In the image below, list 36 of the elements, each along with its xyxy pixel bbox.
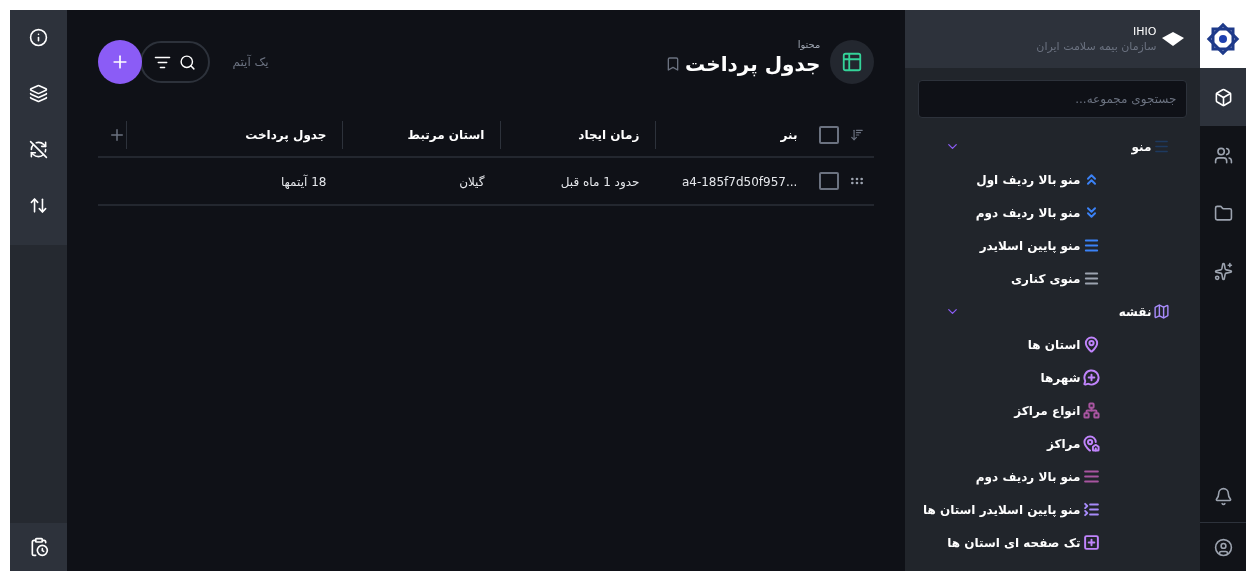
column-header[interactable]: بنر bbox=[780, 126, 798, 144]
tree-group[interactable]: نقشه bbox=[1118, 302, 1152, 321]
tree-item[interactable]: منوی کناری bbox=[1011, 269, 1081, 288]
add-button[interactable] bbox=[98, 40, 143, 84]
tree-item[interactable]: منو بالا ردیف اول bbox=[976, 170, 1081, 189]
search-field[interactable]: جستجوی مجموعه... bbox=[918, 80, 1188, 118]
user-circle-icon[interactable] bbox=[1213, 537, 1233, 557]
cube-icon[interactable] bbox=[1200, 68, 1246, 126]
tree-group[interactable]: منو bbox=[1131, 137, 1152, 156]
tree-item[interactable]: منو بالا ردیف دوم bbox=[975, 203, 1081, 222]
page-title: جدول پرداخت bbox=[685, 51, 821, 77]
table-icon bbox=[830, 40, 875, 84]
item-count: یک آیتم bbox=[232, 53, 269, 71]
tree-item[interactable]: منو پایین اسلایدر bbox=[979, 236, 1081, 255]
tree-item[interactable]: مراکز bbox=[1047, 434, 1081, 453]
table-cell: گیلان bbox=[459, 175, 485, 189]
column-header[interactable]: جدول پرداخت bbox=[245, 126, 327, 144]
tree-item[interactable]: استان ها bbox=[1027, 335, 1081, 354]
column-header[interactable]: استان مرتبط bbox=[407, 126, 485, 144]
search-icon[interactable] bbox=[179, 53, 197, 71]
breadcrumb: محتوا bbox=[796, 39, 821, 51]
diamond-icon bbox=[1162, 32, 1185, 46]
table-cell: حدود 1 ماه قبل bbox=[560, 175, 640, 189]
tree-item[interactable]: انواع مراکز bbox=[1014, 401, 1081, 420]
bell-icon[interactable] bbox=[1213, 487, 1233, 506]
tree-item[interactable]: شهرها bbox=[1040, 368, 1081, 387]
tree-item[interactable]: منو بالا ردیف دوم bbox=[975, 467, 1081, 486]
tree-item[interactable]: تک صفحه ای استان ها bbox=[947, 533, 1081, 552]
project-subtitle: سازمان بیمه سلامت ایران bbox=[1036, 38, 1157, 54]
table-cell: 18 آیتمها bbox=[280, 175, 327, 189]
project-name: IHIO bbox=[1132, 24, 1157, 39]
select-all-checkbox[interactable] bbox=[819, 126, 840, 144]
row-checkbox[interactable] bbox=[819, 172, 840, 190]
column-header[interactable]: زمان ایجاد bbox=[578, 126, 640, 144]
tree-item[interactable]: منو پایین اسلایدر استان ها bbox=[922, 500, 1081, 519]
table-cell: a4-185f7d50f957... bbox=[681, 175, 798, 189]
